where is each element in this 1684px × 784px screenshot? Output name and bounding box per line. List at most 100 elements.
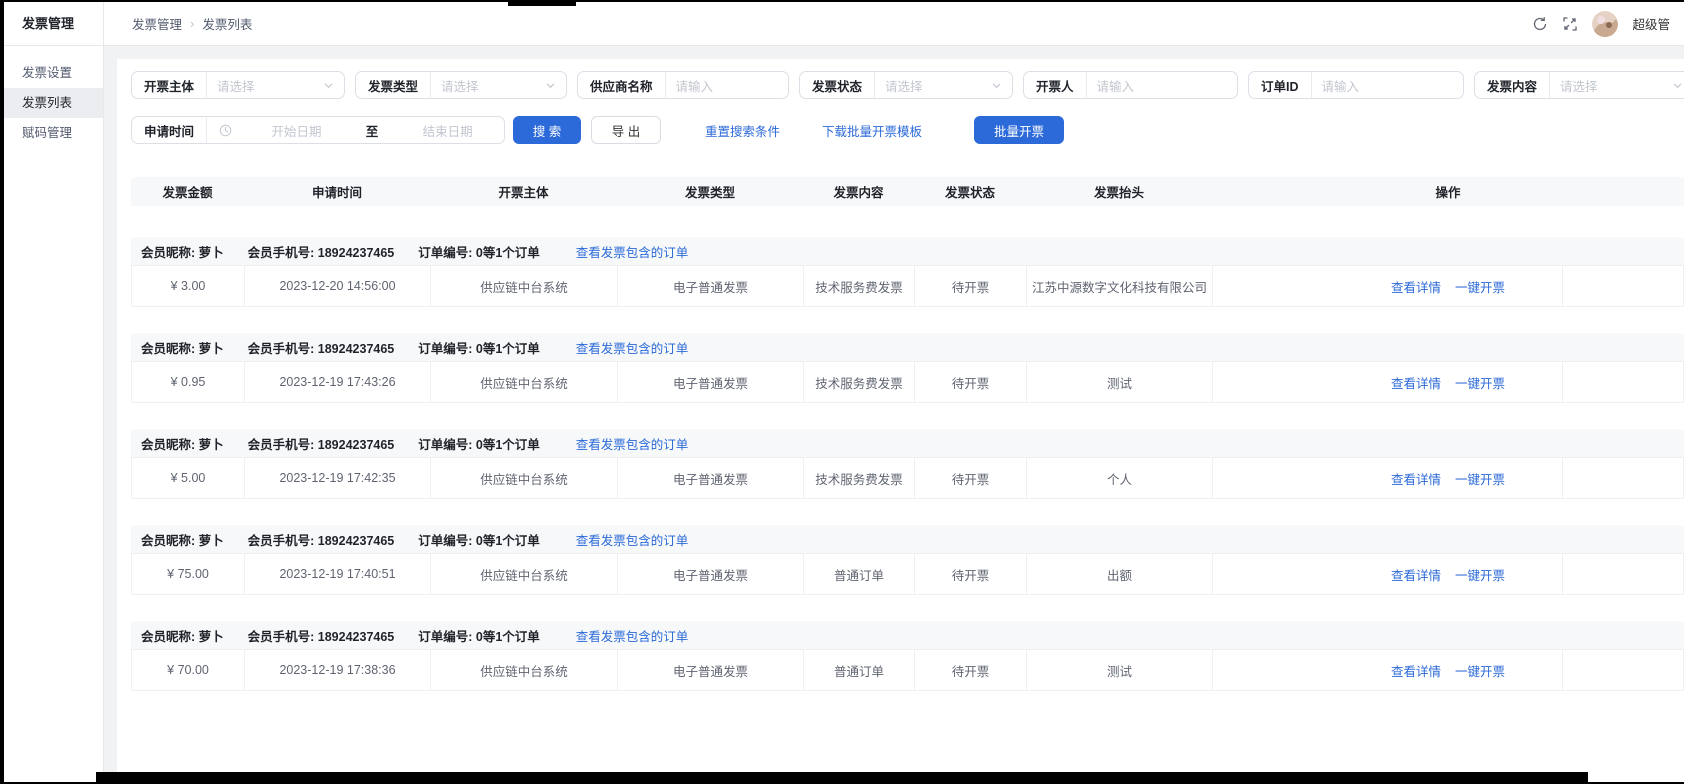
filter-select-0[interactable]: 开票主体请选择 bbox=[131, 71, 345, 99]
cell-3: 电子普通发票 bbox=[618, 650, 804, 690]
one-click-invoice-link[interactable]: 一键开票 bbox=[1455, 277, 1505, 296]
cell-1: 2023-12-19 17:40:51 bbox=[245, 554, 431, 594]
search-button[interactable]: 搜 索 bbox=[513, 116, 581, 144]
filter-select-1[interactable]: 发票类型请选择 bbox=[355, 71, 567, 99]
view-details-link[interactable]: 查看详情 bbox=[1391, 277, 1441, 296]
cell-5: 待开票 bbox=[915, 458, 1027, 498]
refresh-icon[interactable] bbox=[1532, 16, 1548, 32]
one-click-invoice-link[interactable]: 一键开票 bbox=[1455, 469, 1505, 488]
chevron-down-icon bbox=[545, 80, 556, 91]
cell-1: 2023-12-19 17:42:35 bbox=[245, 458, 431, 498]
table-row: ¥ 70.002023-12-19 17:38:36供应链中台系统电子普通发票普… bbox=[131, 649, 1684, 691]
order-number: 订单编号: 0等1个订单 bbox=[418, 530, 540, 549]
cell-6: 个人 bbox=[1027, 458, 1213, 498]
view-details-link[interactable]: 查看详情 bbox=[1391, 469, 1441, 488]
cell-4: 技术服务费发票 bbox=[804, 362, 915, 402]
filter-row-1: 开票主体请选择发票类型请选择供应商名称请输入发票状态请选择开票人请输入订单ID请… bbox=[131, 71, 1684, 99]
reset-search-link[interactable]: 重置搜索条件 bbox=[705, 121, 780, 140]
cell-2: 供应链中台系统 bbox=[431, 650, 618, 690]
cell-6: 江苏中源数字文化科技有限公司 bbox=[1027, 266, 1213, 306]
member-phone: 会员手机号: 18924237465 bbox=[248, 434, 395, 453]
member-phone: 会员手机号: 18924237465 bbox=[248, 530, 395, 549]
cell-3: 电子普通发票 bbox=[618, 458, 804, 498]
filter-select-3[interactable]: 发票状态请选择 bbox=[799, 71, 1013, 99]
group-header-row: 会员昵称: 萝卜会员手机号: 18924237465订单编号: 0等1个订单查看… bbox=[131, 333, 1684, 361]
one-click-invoice-link[interactable]: 一键开票 bbox=[1455, 373, 1505, 392]
actions-cell: 查看详情一键开票 bbox=[1213, 650, 1683, 690]
filter-input-2[interactable]: 供应商名称请输入 bbox=[577, 71, 789, 99]
chevron-down-icon bbox=[991, 80, 1002, 91]
topbar-right: 超级管 bbox=[1532, 11, 1670, 37]
cell-2: 供应链中台系统 bbox=[431, 266, 618, 306]
cell-0: ¥ 75.00 bbox=[132, 554, 245, 594]
one-click-invoice-link[interactable]: 一键开票 bbox=[1455, 661, 1505, 680]
actions-cell: 查看详情一键开票 bbox=[1213, 458, 1683, 498]
sidebar-title: 发票管理 bbox=[4, 2, 103, 46]
breadcrumb-separator-icon: › bbox=[190, 16, 194, 31]
export-button[interactable]: 导 出 bbox=[591, 116, 661, 144]
invoice-groups: 会员昵称: 萝卜会员手机号: 18924237465订单编号: 0等1个订单查看… bbox=[131, 237, 1684, 691]
view-included-orders-link[interactable]: 查看发票包含的订单 bbox=[576, 626, 689, 645]
sidebar-item-1[interactable]: 发票列表 bbox=[4, 88, 103, 118]
user-name[interactable]: 超级管 bbox=[1632, 14, 1670, 33]
view-details-link[interactable]: 查看详情 bbox=[1391, 661, 1441, 680]
cell-5: 待开票 bbox=[915, 650, 1027, 690]
actions-cell: 查看详情一键开票 bbox=[1213, 362, 1683, 402]
filter-input-5[interactable]: 订单ID请输入 bbox=[1248, 71, 1464, 99]
apply-time-range-picker[interactable]: 申请时间 开始日期 至 结束日期 bbox=[131, 116, 505, 144]
actions-column-divider bbox=[1562, 362, 1563, 402]
group-header-row: 会员昵称: 萝卜会员手机号: 18924237465订单编号: 0等1个订单查看… bbox=[131, 525, 1684, 553]
cell-6: 出额 bbox=[1027, 554, 1213, 594]
table-header-row: 发票金额申请时间开票主体发票类型发票内容发票状态发票抬头操作 bbox=[131, 177, 1684, 206]
breadcrumb-item-invoice-list: 发票列表 bbox=[202, 14, 252, 33]
filter-input-4[interactable]: 开票人请输入 bbox=[1023, 71, 1238, 99]
view-included-orders-link[interactable]: 查看发票包含的订单 bbox=[576, 338, 689, 357]
table-header-cell-5: 发票状态 bbox=[914, 182, 1026, 201]
cell-6: 测试 bbox=[1027, 362, 1213, 402]
view-included-orders-link[interactable]: 查看发票包含的订单 bbox=[576, 242, 689, 261]
cell-3: 电子普通发票 bbox=[618, 554, 804, 594]
one-click-invoice-link[interactable]: 一键开票 bbox=[1455, 565, 1505, 584]
view-included-orders-link[interactable]: 查看发票包含的订单 bbox=[576, 530, 689, 549]
member-nickname: 会员昵称: 萝卜 bbox=[141, 338, 224, 357]
table-header-cell-6: 发票抬头 bbox=[1026, 182, 1212, 201]
invoice-group-3: 会员昵称: 萝卜会员手机号: 18924237465订单编号: 0等1个订单查看… bbox=[131, 525, 1684, 595]
cell-2: 供应链中台系统 bbox=[431, 554, 618, 594]
cell-6: 测试 bbox=[1027, 650, 1213, 690]
sidebar: 发票管理 发票设置发票列表赋码管理 bbox=[4, 2, 104, 782]
breadcrumb: 发票管理 › 发票列表 bbox=[132, 14, 252, 33]
batch-invoice-button[interactable]: 批量开票 bbox=[974, 116, 1064, 144]
table-header-cell-0: 发票金额 bbox=[131, 182, 244, 201]
table-header-cell-1: 申请时间 bbox=[244, 182, 430, 201]
fullscreen-icon[interactable] bbox=[1562, 16, 1578, 32]
cell-3: 电子普通发票 bbox=[618, 266, 804, 306]
group-header-row: 会员昵称: 萝卜会员手机号: 18924237465订单编号: 0等1个订单查看… bbox=[131, 429, 1684, 457]
filter-placeholder-1: 请选择 bbox=[431, 76, 545, 95]
table-row: ¥ 0.952023-12-19 17:43:26供应链中台系统电子普通发票技术… bbox=[131, 361, 1684, 403]
download-batch-template-link[interactable]: 下载批量开票模板 bbox=[822, 121, 922, 140]
filter-label-2: 供应商名称 bbox=[578, 72, 666, 98]
end-date-placeholder[interactable]: 结束日期 bbox=[391, 121, 504, 140]
window-frame-tab bbox=[508, 0, 576, 6]
cell-4: 技术服务费发票 bbox=[804, 458, 915, 498]
sidebar-item-0[interactable]: 发票设置 bbox=[4, 58, 103, 88]
view-details-link[interactable]: 查看详情 bbox=[1391, 373, 1441, 392]
cell-0: ¥ 5.00 bbox=[132, 458, 245, 498]
cell-1: 2023-12-20 14:56:00 bbox=[245, 266, 431, 306]
filter-select-6[interactable]: 发票内容请选择 bbox=[1474, 71, 1684, 99]
cell-3: 电子普通发票 bbox=[618, 362, 804, 402]
sidebar-item-2[interactable]: 赋码管理 bbox=[4, 118, 103, 148]
view-included-orders-link[interactable]: 查看发票包含的订单 bbox=[576, 434, 689, 453]
cell-0: ¥ 0.95 bbox=[132, 362, 245, 402]
cell-5: 待开票 bbox=[915, 554, 1027, 594]
breadcrumb-item-invoice-management[interactable]: 发票管理 bbox=[132, 14, 182, 33]
cell-5: 待开票 bbox=[915, 266, 1027, 306]
table-row: ¥ 75.002023-12-19 17:40:51供应链中台系统电子普通发票普… bbox=[131, 553, 1684, 595]
view-details-link[interactable]: 查看详情 bbox=[1391, 565, 1441, 584]
member-phone: 会员手机号: 18924237465 bbox=[248, 626, 395, 645]
actions-column-divider bbox=[1562, 458, 1563, 498]
filter-label-4: 开票人 bbox=[1024, 72, 1087, 98]
start-date-placeholder[interactable]: 开始日期 bbox=[240, 121, 353, 140]
invoice-group-0: 会员昵称: 萝卜会员手机号: 18924237465订单编号: 0等1个订单查看… bbox=[131, 237, 1684, 307]
avatar[interactable] bbox=[1592, 11, 1618, 37]
